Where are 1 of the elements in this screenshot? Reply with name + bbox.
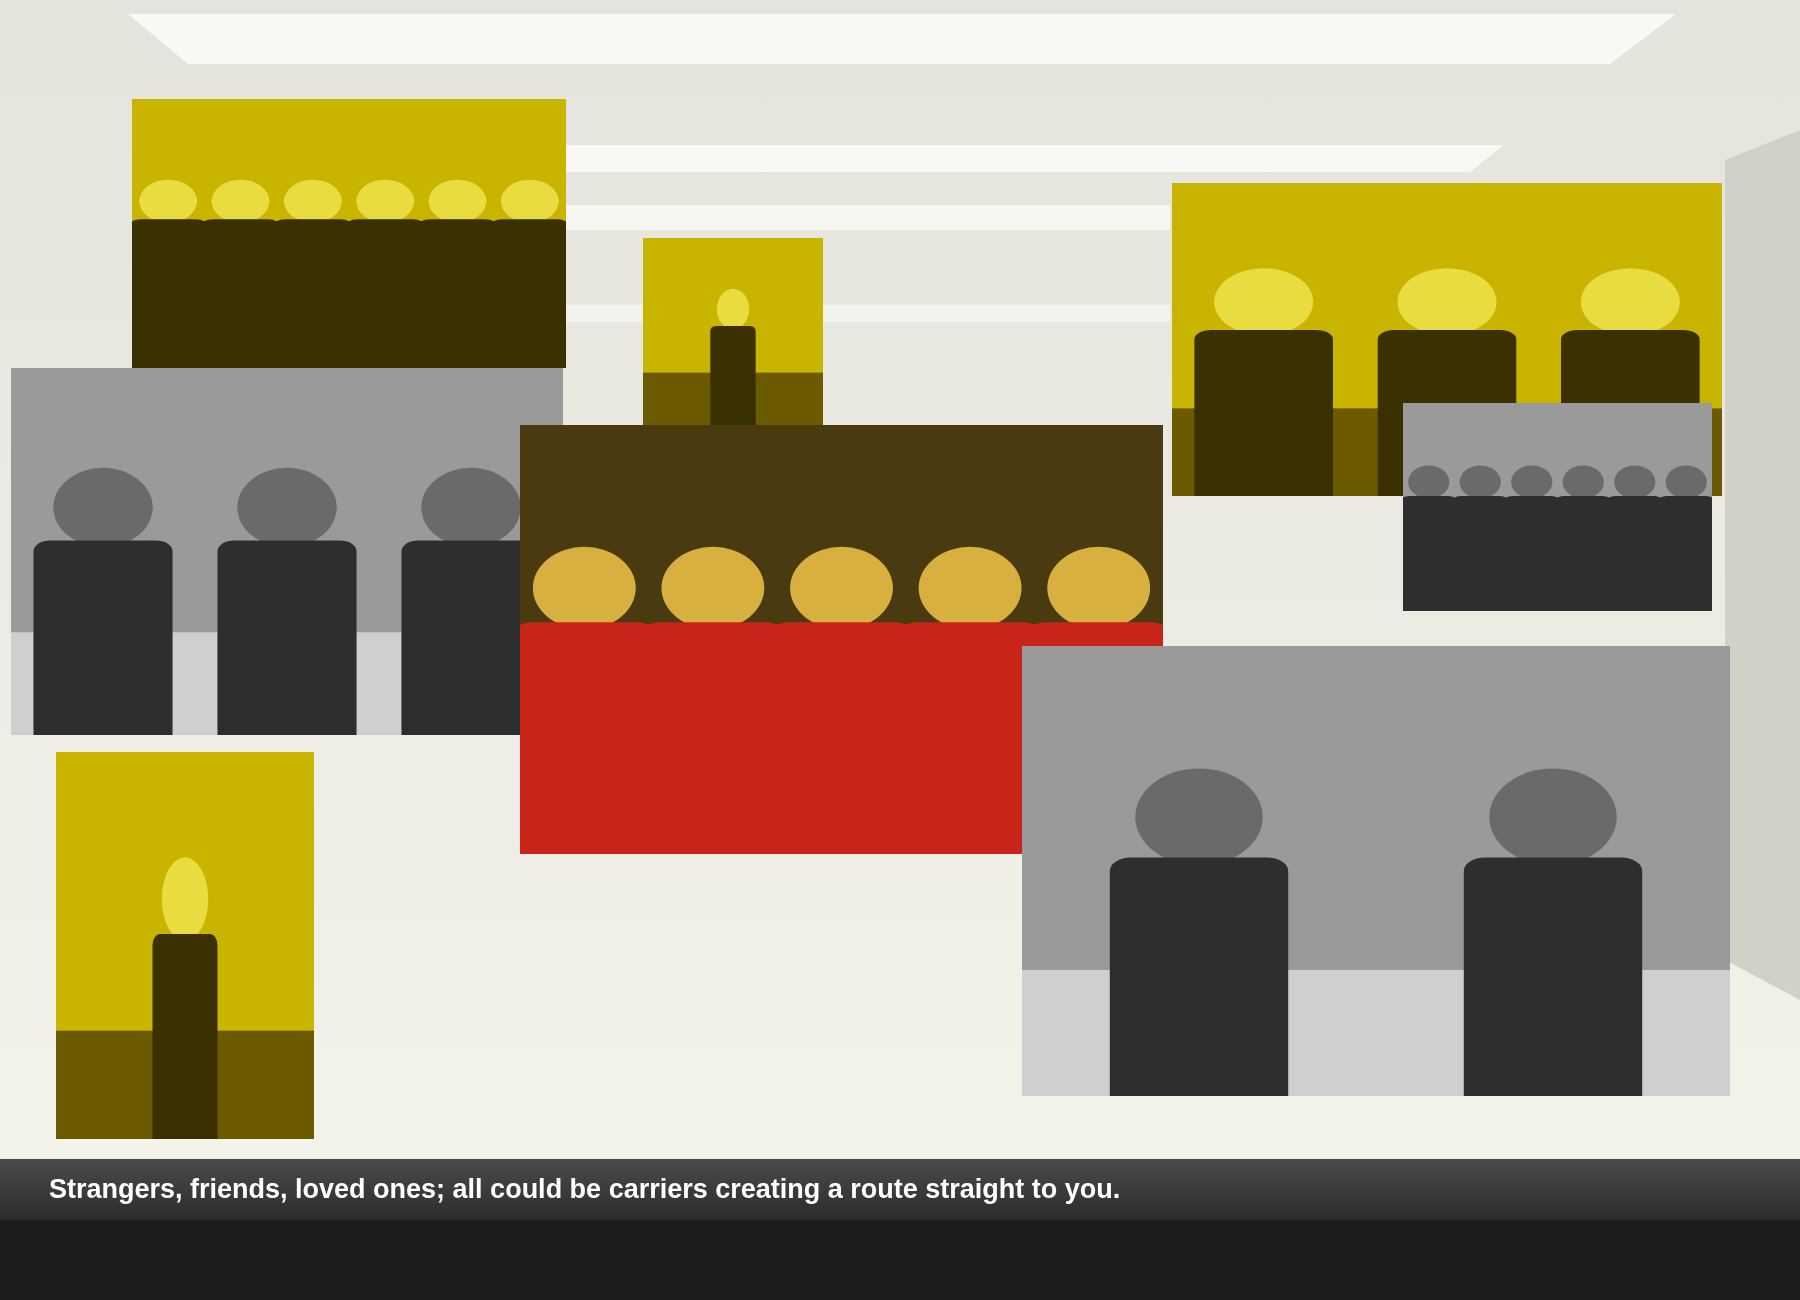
caption-text: Strangers, friends, loved ones; all could be carriers creating a route straight to you.	[49, 1174, 1121, 1205]
